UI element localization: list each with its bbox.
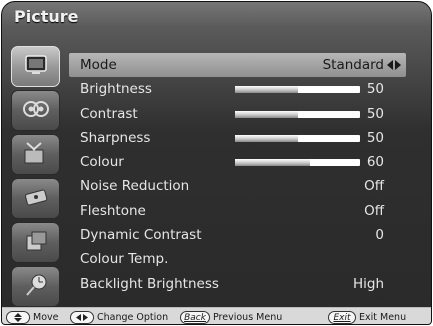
key-help-bar: Move Change Option Back Previous Menu Ex… [2,307,431,324]
menu-sidebar [11,46,60,310]
hint-move-label: Move [33,312,59,323]
row-value: 60 [366,154,384,171]
up-down-icon [6,311,30,324]
hint-change-option: Change Option [70,310,169,324]
slider-fill [235,110,298,118]
hint-change-option-label: Change Option [97,312,169,323]
menu-title: Picture [14,7,79,26]
row-sharpness[interactable]: Sharpness 50 [69,126,406,150]
row-label: Sharpness [80,129,151,146]
row-fleshtone[interactable]: Fleshtone Off [69,199,406,223]
hint-previous-menu-label: Previous Menu [213,312,283,323]
row-value: 50 [366,105,384,122]
slider-fill [235,134,298,142]
channel-icon [21,140,51,170]
sidebar-item-picture[interactable] [11,46,60,87]
row-label: Contrast [80,105,138,122]
row-label: Dynamic Contrast [80,227,202,244]
row-label: Colour Temp. [80,251,169,268]
row-mode[interactable]: Mode Standard [69,53,406,78]
row-label: Backlight Brightness [80,275,219,292]
row-value: Off [364,202,384,219]
left-right-icon [70,311,94,324]
row-label: Noise Reduction [80,178,190,195]
sidebar-item-feature[interactable] [11,178,60,219]
feature-icon [21,184,51,214]
sharpness-slider[interactable] [235,134,360,142]
setup-icon [21,228,51,258]
picture-settings-list: Mode Standard Brightness 50 Contrast 50 … [69,53,406,296]
back-key-icon: Back [180,311,210,324]
row-backlight-brightness[interactable]: Backlight Brightness High [69,272,406,296]
row-value: 0 [375,227,384,244]
hint-move: Move [6,310,59,324]
row-brightness[interactable]: Brightness 50 [69,77,406,101]
row-label: Mode [80,57,117,73]
slider-fill [235,159,310,167]
row-label: Colour [80,154,124,171]
row-colour[interactable]: Colour 60 [69,150,406,174]
row-value: 50 [366,81,384,98]
row-value: Standard [322,57,384,73]
row-value: Off [364,178,384,195]
hint-exit-menu: Exit Exit Menu [328,310,407,324]
row-noise-reduction[interactable]: Noise Reduction Off [69,174,406,198]
sidebar-item-channel[interactable] [11,134,60,175]
row-label: Fleshtone [80,202,146,219]
sidebar-item-setup[interactable] [11,222,60,263]
picture-menu-panel: Picture Mode Standard Brightness 50 Cont… [1,1,432,325]
hint-exit-menu-label: Exit Menu [359,312,407,323]
row-contrast[interactable]: Contrast 50 [69,102,406,126]
row-dynamic-contrast[interactable]: Dynamic Contrast 0 [69,223,406,247]
sidebar-item-sound[interactable] [11,90,60,131]
row-value: High [352,275,384,292]
picture-icon [21,52,51,82]
row-value: 50 [366,129,384,146]
contrast-slider[interactable] [235,110,360,118]
colour-slider[interactable] [235,159,360,167]
hint-previous-menu: Back Previous Menu [180,310,283,324]
sound-icon [21,96,51,126]
exit-key-icon: Exit [328,311,356,324]
row-label: Brightness [80,81,152,98]
timer-icon [21,272,51,302]
row-colour-temp[interactable]: Colour Temp. [69,247,406,271]
sidebar-item-timer[interactable] [11,266,60,307]
slider-fill [235,86,298,94]
brightness-slider[interactable] [235,86,360,94]
